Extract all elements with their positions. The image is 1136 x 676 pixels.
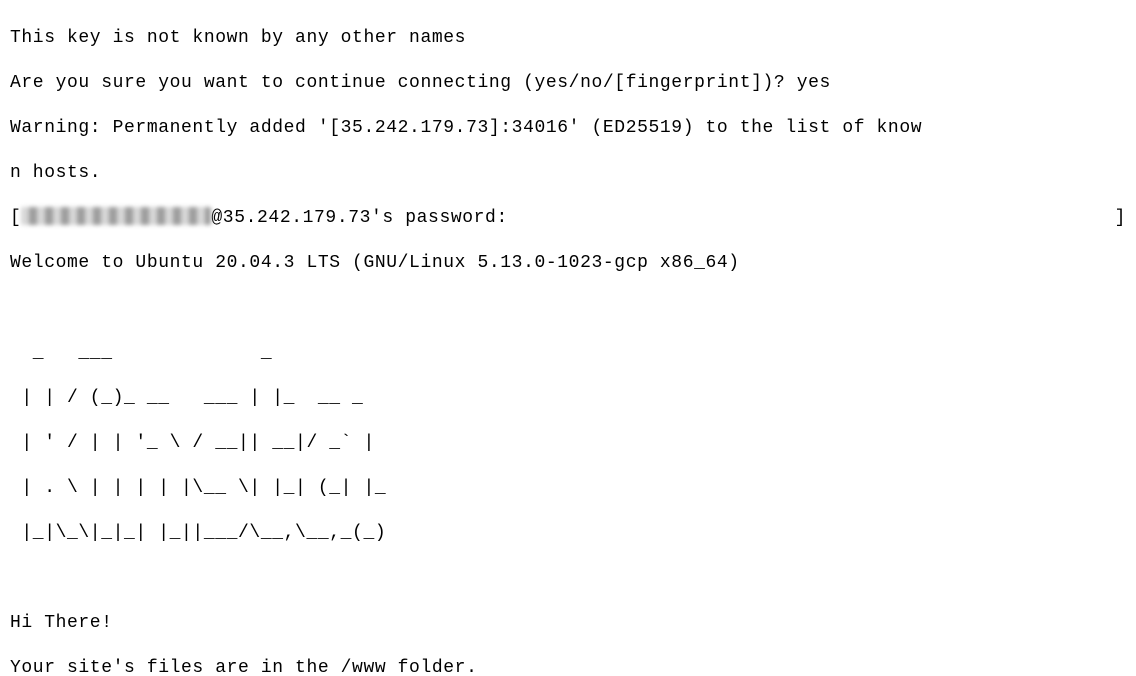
bracket-open: [ (10, 208, 21, 228)
blank-line (10, 297, 1126, 320)
terminal-output[interactable]: This key is not known by any other names… (0, 0, 1136, 676)
ascii-art-line-0: _ ___ _ (10, 342, 1126, 365)
ssh-key-unknown: This key is not known by any other names (10, 27, 1126, 50)
redacted-username (21, 207, 211, 225)
ssh-added-warning-2: n hosts. (10, 162, 1126, 185)
ssh-continue-prompt: Are you sure you want to continue connec… (10, 72, 1126, 95)
motd-hi: Hi There! (10, 612, 1126, 635)
ascii-art-line-3: | . \ | | | | |\__ \| |_| (_| |_ (10, 477, 1126, 500)
password-prompt-tail: @35.242.179.73's password: (211, 208, 507, 228)
password-prompt-line: [ @35.242.179.73's password:] (10, 207, 1126, 230)
motd-files: Your site's files are in the /www folder… (10, 657, 1126, 676)
ascii-art-line-2: | ' / | | '_ \ / __|| __|/ _` | (10, 432, 1126, 455)
ascii-art-line-1: | | / (_)_ __ ___ | |_ __ _ (10, 387, 1126, 410)
ubuntu-welcome: Welcome to Ubuntu 20.04.3 LTS (GNU/Linux… (10, 252, 1126, 275)
blank-line (10, 567, 1126, 590)
bracket-close: ] (1115, 207, 1126, 230)
ssh-added-warning-1: Warning: Permanently added '[35.242.179.… (10, 117, 1126, 140)
ascii-art-line-4: |_|\_\|_|_| |_||___/\__,\__,_(_) (10, 522, 1126, 545)
